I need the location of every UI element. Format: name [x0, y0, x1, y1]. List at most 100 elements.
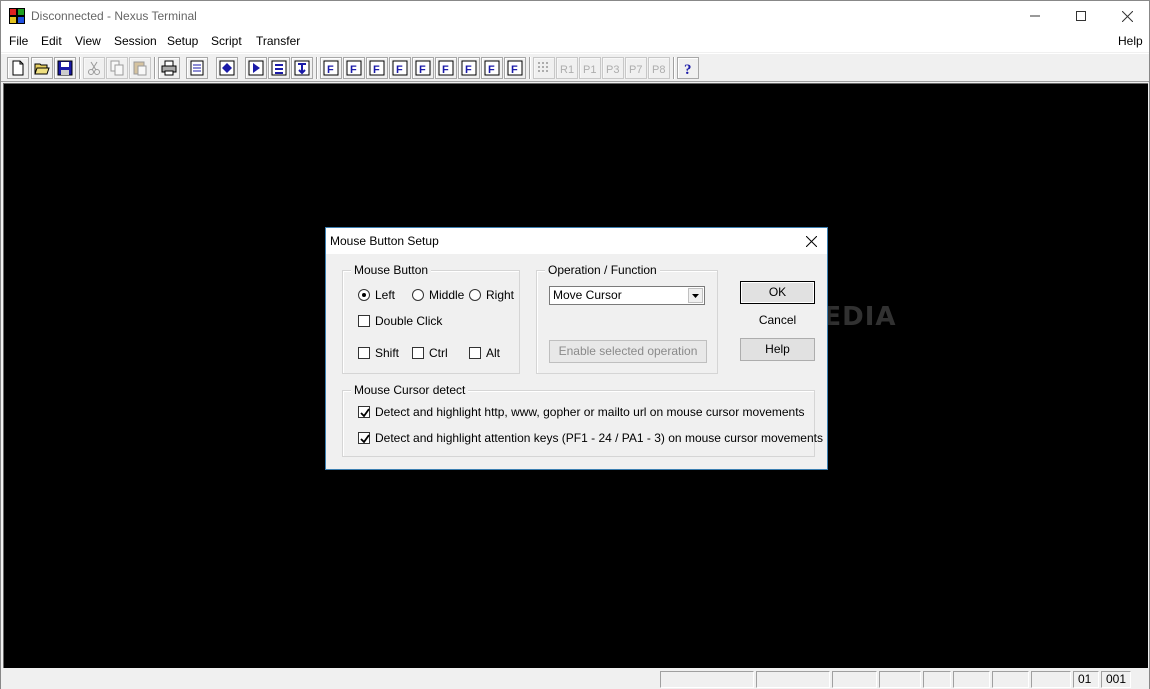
menu-session[interactable]: Session — [114, 34, 157, 48]
svg-text:P8: P8 — [652, 64, 665, 76]
save-disk-icon — [57, 60, 73, 76]
operation-select-value: Move Cursor — [553, 288, 622, 302]
status-cell — [1031, 671, 1071, 688]
macro-f9-button[interactable]: F — [504, 57, 526, 79]
status-cell — [879, 671, 921, 688]
menu-edit[interactable]: Edit — [41, 34, 62, 48]
macro-f-icon: F — [369, 60, 385, 76]
open-folder-icon — [34, 63, 50, 75]
menu-transfer[interactable]: Transfer — [256, 34, 300, 48]
mouse-button-group: Mouse Button Left Middle Right Double Cl… — [342, 263, 520, 374]
mouse-button-group-label: Mouse Button — [351, 263, 432, 277]
toolbar-separator — [316, 57, 318, 79]
status-cell — [953, 671, 990, 688]
macro-f8-button[interactable]: F — [481, 57, 503, 79]
dialog-close-button[interactable] — [795, 228, 827, 254]
print-button[interactable] — [158, 57, 180, 79]
copy-button[interactable] — [106, 57, 128, 79]
svg-text:P7: P7 — [629, 64, 642, 76]
grid-icon — [538, 62, 548, 72]
status-cell — [923, 671, 951, 688]
status-cell — [832, 671, 877, 688]
menu-help[interactable]: Help — [1118, 34, 1143, 48]
macro-f1-button[interactable]: F — [320, 57, 342, 79]
open-button[interactable] — [31, 57, 53, 79]
title-bar[interactable]: Disconnected - Nexus Terminal — [1, 1, 1149, 31]
script-list-button[interactable] — [268, 57, 290, 79]
new-button[interactable] — [7, 57, 29, 79]
macro-f4-button[interactable]: F — [389, 57, 411, 79]
left-radio[interactable] — [358, 289, 370, 301]
alt-label: Alt — [486, 346, 501, 360]
svg-text:F: F — [488, 64, 495, 76]
properties-button[interactable] — [186, 57, 208, 79]
toolbar-separator — [79, 57, 81, 79]
ok-button[interactable]: OK — [740, 281, 815, 304]
minimize-button[interactable] — [1012, 1, 1058, 31]
transfer-button[interactable] — [291, 57, 313, 79]
maximize-button[interactable] — [1058, 1, 1104, 31]
detect-attention-keys-checkbox[interactable] — [358, 432, 370, 444]
status-cell — [660, 671, 754, 688]
ctrl-label: Ctrl — [429, 346, 448, 360]
cursor-detect-group: Mouse Cursor detect Detect and highlight… — [342, 383, 823, 457]
toolbar: F F F F F F F F F R1 P1 P3 P7 P8 ? — [1, 53, 1149, 82]
ctrl-checkbox[interactable] — [412, 347, 424, 359]
dialog-title: Mouse Button Setup — [330, 234, 439, 248]
middle-radio[interactable] — [412, 289, 424, 301]
shift-checkbox[interactable] — [358, 347, 370, 359]
help-button[interactable]: ? — [677, 57, 699, 79]
macro-f7-button[interactable]: F — [458, 57, 480, 79]
macro-f6-button[interactable]: F — [435, 57, 457, 79]
macro-f5-button[interactable]: F — [412, 57, 434, 79]
menu-setup[interactable]: Setup — [167, 34, 198, 48]
menu-view[interactable]: View — [75, 34, 101, 48]
connect-button[interactable] — [216, 57, 238, 79]
dialog-title-bar[interactable]: Mouse Button Setup — [326, 228, 827, 254]
svg-text:F: F — [396, 64, 403, 76]
key-icon: P8 — [652, 64, 665, 76]
window-title: Disconnected - Nexus Terminal — [31, 9, 197, 23]
double-click-label: Double Click — [375, 314, 443, 328]
close-button[interactable] — [1104, 1, 1150, 31]
macro-f3-button[interactable]: F — [366, 57, 388, 79]
key-p3-button[interactable]: P3 — [602, 57, 624, 79]
help-dialog-button[interactable]: Help — [740, 338, 815, 361]
shift-label: Shift — [375, 346, 400, 360]
copy-icon — [110, 60, 124, 76]
macro-f-icon: F — [392, 60, 408, 76]
left-radio-label: Left — [375, 288, 396, 302]
enable-operation-button[interactable]: Enable selected operation — [549, 340, 707, 363]
double-click-checkbox[interactable] — [358, 315, 370, 327]
operation-select[interactable]: Move Cursor — [549, 286, 705, 305]
macro-f2-button[interactable]: F — [343, 57, 365, 79]
macro-f-icon: F — [415, 60, 431, 76]
macro-f-icon: F — [461, 60, 477, 76]
operation-group: Operation / Function Move Cursor Enable … — [536, 263, 718, 374]
macro-f-icon: F — [323, 60, 339, 76]
dropdown-arrow-button[interactable] — [688, 288, 703, 303]
paste-icon — [133, 61, 147, 76]
play-script-button[interactable] — [245, 57, 267, 79]
cancel-button[interactable]: Cancel — [740, 309, 815, 332]
key-icon: P7 — [629, 64, 642, 76]
menu-script[interactable]: Script — [211, 34, 242, 48]
key-p1-button[interactable]: P1 — [579, 57, 601, 79]
alt-checkbox[interactable] — [469, 347, 481, 359]
key-p7-button[interactable]: P7 — [625, 57, 647, 79]
save-button[interactable] — [54, 57, 76, 79]
key-icon: R1 — [560, 64, 574, 76]
cut-button[interactable] — [83, 57, 105, 79]
grid-button[interactable] — [533, 57, 555, 79]
help-question-icon: ? — [684, 62, 692, 76]
svg-text:F: F — [327, 64, 334, 76]
paste-button[interactable] — [129, 57, 151, 79]
new-file-icon — [12, 60, 24, 76]
key-r1-button[interactable]: R1 — [556, 57, 578, 79]
menu-file[interactable]: File — [9, 34, 28, 48]
svg-text:F: F — [442, 64, 449, 76]
chevron-down-icon — [692, 294, 699, 298]
detect-url-checkbox[interactable] — [358, 406, 370, 418]
right-radio[interactable] — [469, 289, 481, 301]
key-p8-button[interactable]: P8 — [648, 57, 670, 79]
